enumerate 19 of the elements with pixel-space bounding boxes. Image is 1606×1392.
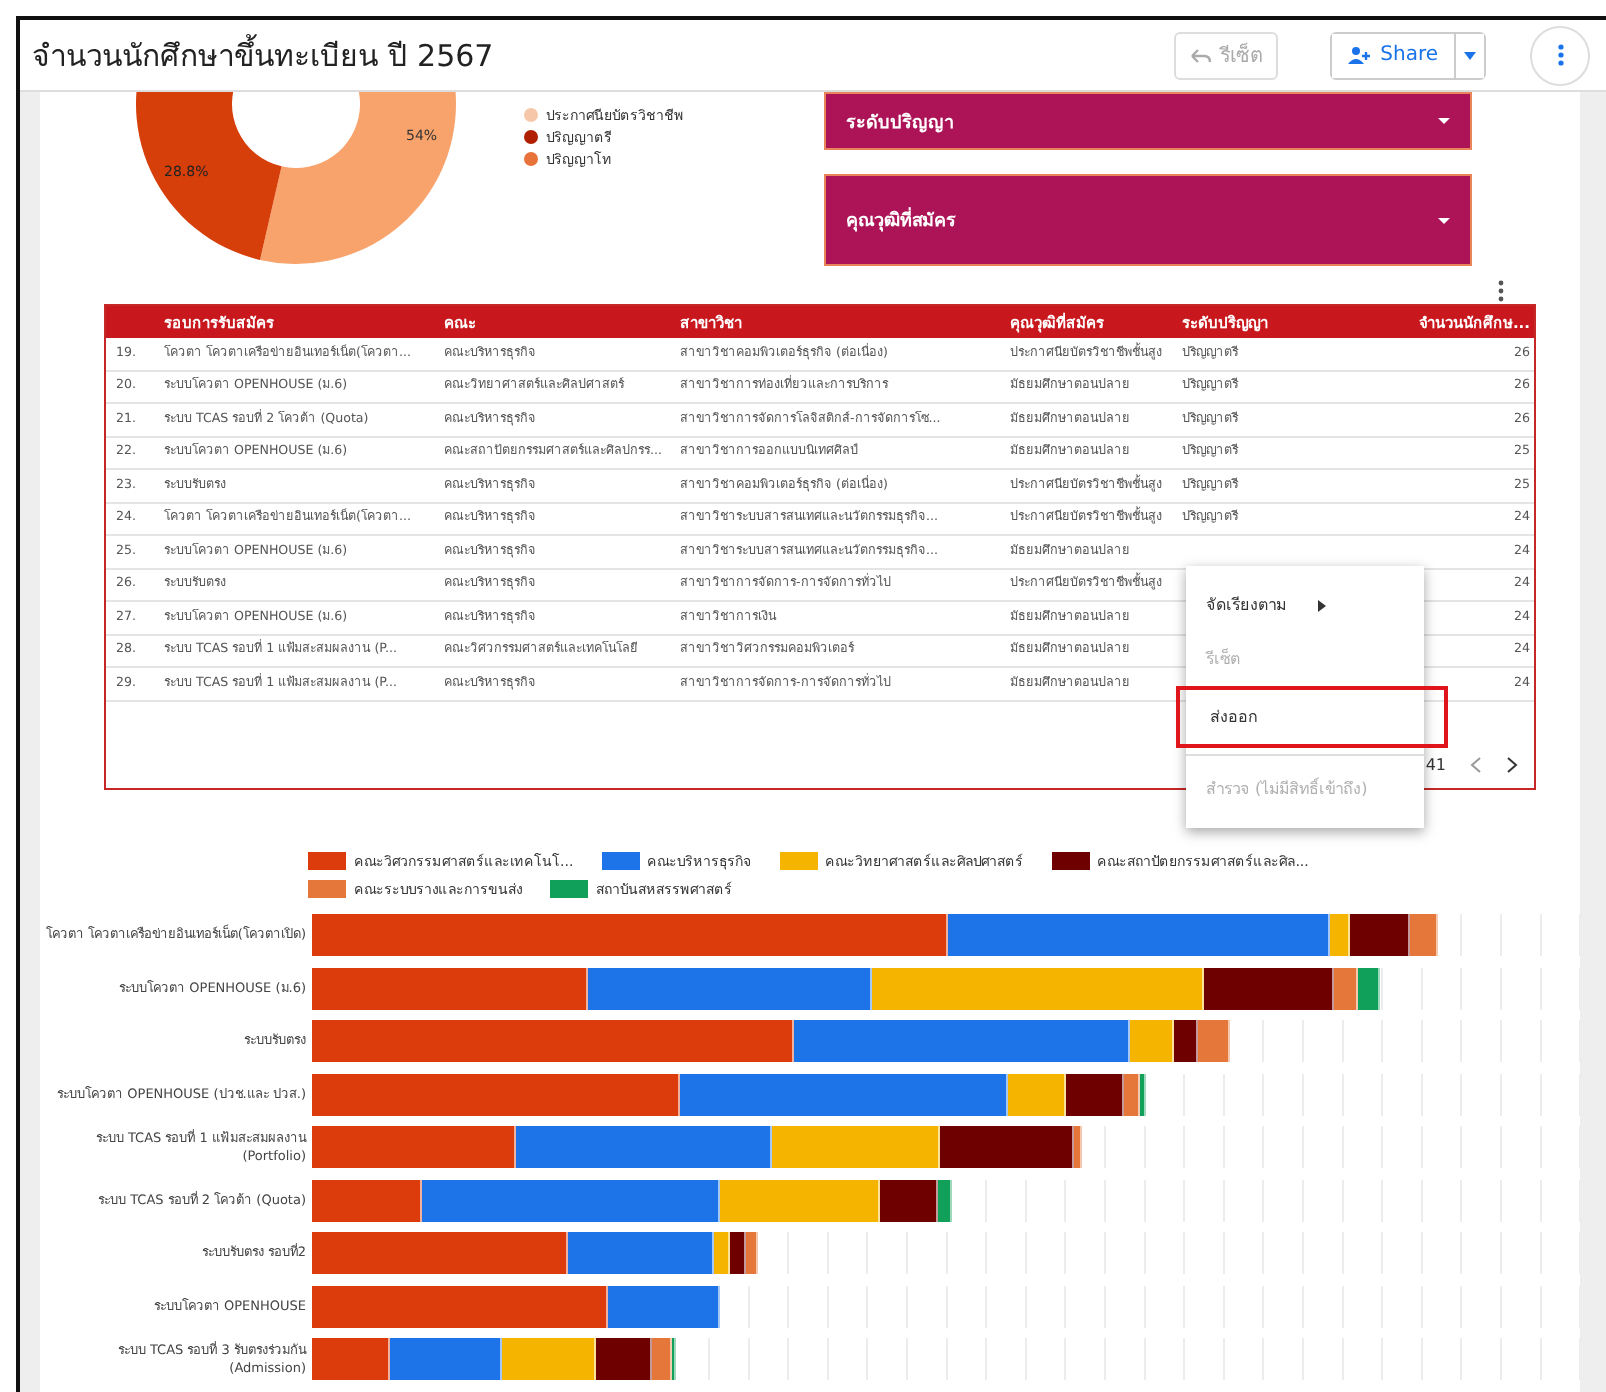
more-icon [1557,44,1563,66]
submenu-arrow-icon [1318,599,1326,611]
add-person-icon [1348,46,1373,64]
caret-icon [1438,217,1450,223]
bar-segment [1198,1020,1230,1062]
caret-icon [1438,118,1450,124]
previous-page-button[interactable] [1470,755,1482,773]
undo-icon [1190,47,1213,63]
menu-item[interactable]: จัดเรียงตาม [1186,578,1424,632]
bar-segment [1358,967,1380,1009]
share-dropdown-button[interactable] [1454,33,1484,77]
report-title: จำนวนนักศึกษาขึ้นทะเบียน ปี 2567 [32,32,496,77]
page-range: 41 [1425,755,1446,773]
menu-item[interactable]: ส่งออก [1190,690,1420,744]
filter-dropdown[interactable]: ระดับปริญญา [824,92,1472,150]
next-page-button[interactable] [1506,755,1518,773]
more-icon[interactable] [1498,280,1504,302]
filter-dropdown[interactable]: คุณวุฒิที่สมัคร [824,174,1472,266]
caret-icon [1464,51,1476,59]
